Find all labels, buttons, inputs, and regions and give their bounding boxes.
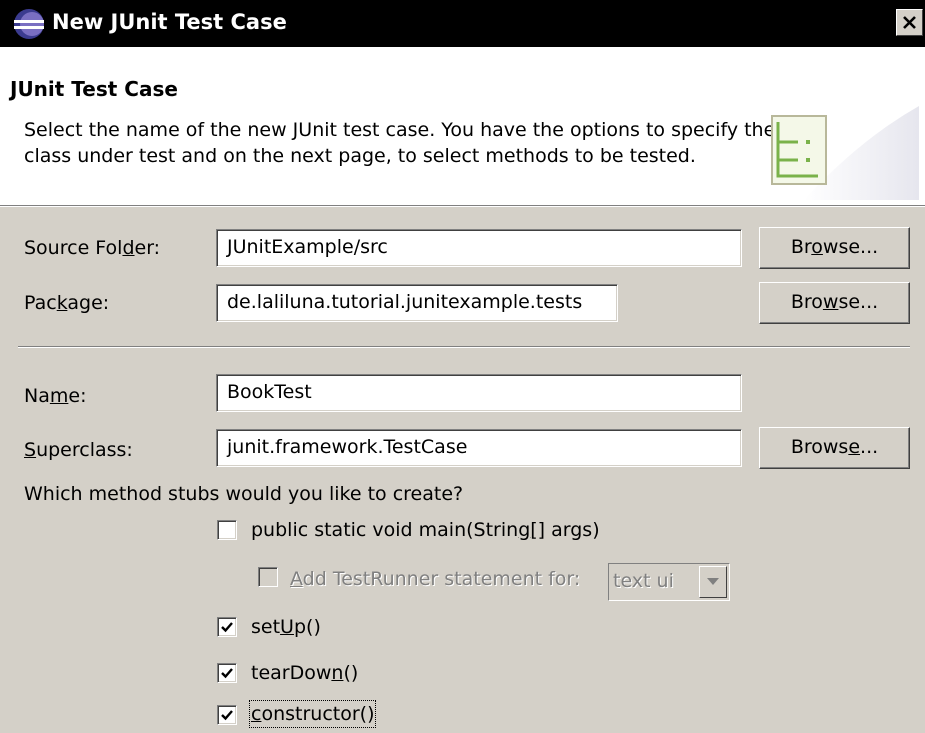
main-stub-checkbox[interactable] bbox=[217, 520, 237, 540]
window-title: New JUnit Test Case bbox=[52, 10, 287, 34]
banner-description: Select the name of the new JUnit test ca… bbox=[24, 119, 776, 167]
source-folder-input[interactable]: JUnitExample/src bbox=[216, 229, 742, 267]
name-input[interactable]: BookTest bbox=[216, 374, 742, 412]
close-button[interactable] bbox=[896, 9, 923, 36]
junit-dialog: New JUnit Test Case JUnit Test Case Sele… bbox=[0, 0, 925, 733]
testrunner-select-value: text ui bbox=[613, 570, 674, 592]
checkmark-icon bbox=[221, 710, 233, 721]
source-folder-label: Source Folder: bbox=[24, 237, 161, 259]
close-icon bbox=[903, 16, 916, 29]
teardown-stub-label: tearDown() bbox=[251, 662, 359, 684]
checkmark-icon bbox=[221, 668, 233, 679]
constructor-stub-label: constructor() bbox=[248, 700, 377, 728]
package-input[interactable]: de.laliluna.tutorial.junitexample.tests bbox=[216, 284, 618, 322]
banner-divider-highlight bbox=[0, 206, 925, 207]
setup-stub-label: setUp() bbox=[251, 616, 321, 638]
name-label: Name: bbox=[24, 385, 87, 407]
dropdown-button[interactable] bbox=[699, 566, 727, 598]
testrunner-label: Add TestRunner statement for: bbox=[290, 568, 581, 590]
constructor-stub-checkbox[interactable] bbox=[217, 705, 237, 725]
testrunner-select[interactable]: text ui bbox=[608, 563, 730, 601]
title-bar: New JUnit Test Case bbox=[0, 0, 925, 47]
main-stub-label: public static void main(String[] args) bbox=[251, 519, 600, 541]
superclass-label: Superclass: bbox=[24, 439, 133, 461]
stubs-question: Which method stubs would you like to cre… bbox=[24, 483, 464, 505]
section-divider-highlight bbox=[18, 347, 910, 348]
wizard-banner: JUnit Test Case Select the name of the n… bbox=[0, 47, 925, 205]
browse-superclass-button[interactable]: Browse... bbox=[759, 427, 910, 469]
setup-stub-checkbox[interactable] bbox=[217, 617, 237, 637]
testrunner-checkbox[interactable] bbox=[258, 567, 278, 587]
chevron-down-icon bbox=[707, 578, 719, 585]
package-label: Package: bbox=[24, 292, 110, 314]
banner-title: JUnit Test Case bbox=[10, 77, 178, 101]
junit-wizard-icon bbox=[771, 106, 919, 200]
superclass-input[interactable]: junit.framework.TestCase bbox=[216, 429, 742, 467]
checkmark-icon bbox=[221, 622, 233, 633]
browse-package-button[interactable]: Browse... bbox=[759, 282, 910, 324]
browse-source-folder-button[interactable]: Browse... bbox=[759, 227, 910, 269]
teardown-stub-checkbox[interactable] bbox=[217, 663, 237, 683]
eclipse-icon bbox=[14, 9, 44, 39]
